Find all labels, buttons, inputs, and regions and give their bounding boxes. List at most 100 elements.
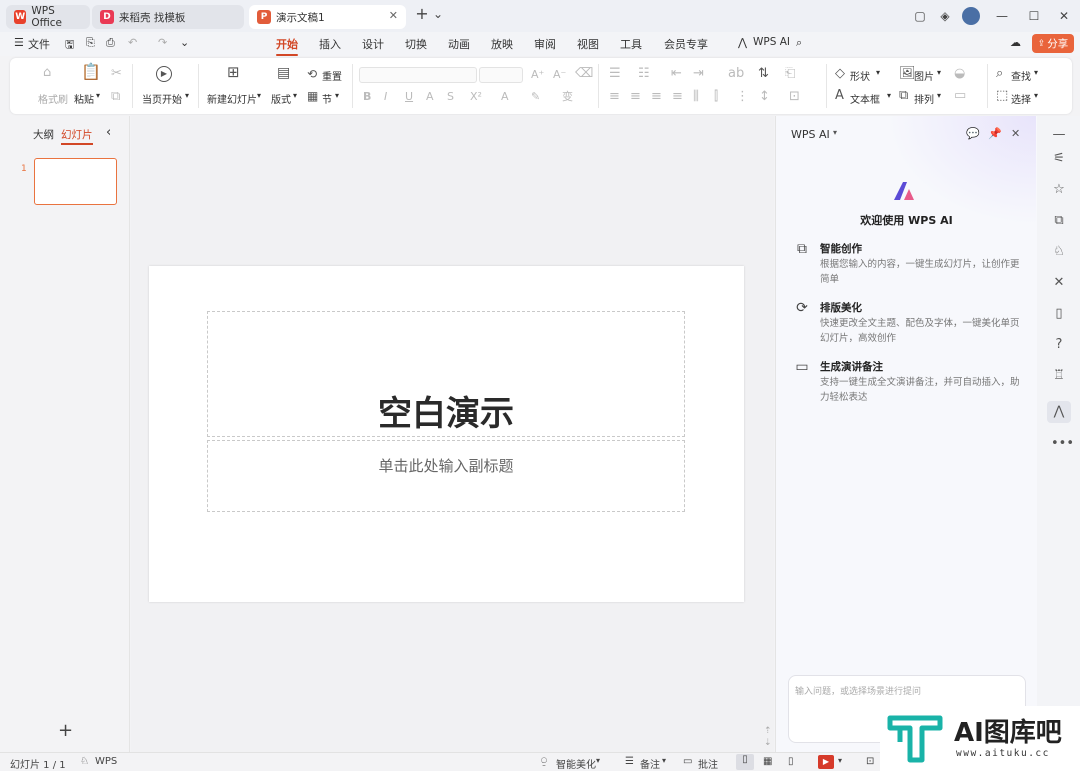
layout-icon[interactable]: ▤	[277, 66, 290, 80]
select-button[interactable]: 选择	[1011, 91, 1031, 106]
star-icon[interactable]: ☆	[1051, 182, 1067, 198]
section-button[interactable]: 节	[322, 91, 332, 106]
title-placeholder[interactable]: 空白演示	[207, 311, 685, 437]
bold-icon[interactable]: B	[363, 90, 371, 104]
share-button[interactable]: ⇪ 分享	[1032, 34, 1074, 53]
paste-dropdown-icon[interactable]: ▾	[96, 91, 100, 100]
font-size-select[interactable]	[479, 67, 523, 83]
file-menu[interactable]: 文件	[28, 36, 50, 52]
align-left-icon[interactable]: ≡	[609, 90, 620, 104]
chevron-down-icon[interactable]: ▾	[876, 68, 880, 77]
paste-icon[interactable]: 📋	[81, 64, 101, 80]
arrange-button[interactable]: 排列	[914, 91, 934, 106]
tab-member[interactable]: 会员专享	[664, 36, 708, 52]
chevron-down-icon[interactable]: ▾	[937, 68, 941, 77]
reading-icon[interactable]: ▯	[1051, 306, 1067, 322]
fill-icon[interactable]: ◒	[954, 67, 965, 81]
tab-slides[interactable]: 幻灯片	[61, 127, 93, 145]
chevron-down-icon[interactable]: ▾	[1034, 68, 1038, 77]
reading-view-icon[interactable]: ▯	[788, 756, 794, 767]
menu-icon[interactable]: ☰	[14, 36, 24, 49]
cut-icon[interactable]: ✂	[111, 67, 122, 81]
decrease-font-icon[interactable]: A⁻	[553, 68, 566, 82]
distribute-icon[interactable]: ⫼	[693, 90, 699, 104]
section-icon[interactable]: ▦	[307, 89, 318, 103]
theme-name[interactable]: WPS	[95, 756, 117, 767]
chevron-down-icon[interactable]: ▾	[185, 91, 189, 100]
normal-view-icon[interactable]: ▯	[736, 754, 754, 770]
align-center-icon[interactable]: ≡	[630, 90, 641, 104]
textbox-button[interactable]: 文本框	[850, 91, 880, 106]
resize-handle-icon[interactable]: ⇣	[764, 738, 772, 748]
find-button[interactable]: 查找	[1011, 68, 1031, 83]
wps-ai-sidebar-icon[interactable]: ⋀	[1047, 401, 1071, 423]
close-tab-icon[interactable]: ✕	[389, 9, 398, 22]
chevron-down-icon[interactable]: ▾	[1034, 91, 1038, 100]
convert-smartart-icon[interactable]: ⊡	[789, 90, 800, 104]
more-icon[interactable]: •••	[1051, 436, 1074, 452]
play-from-current-button[interactable]: 当页开始	[142, 91, 182, 106]
slide[interactable]: 空白演示 单击此处输入副标题	[149, 266, 744, 602]
chevron-down-icon[interactable]: ▾	[293, 91, 297, 100]
theme-icon[interactable]: ♘	[1051, 244, 1067, 260]
align-right-icon[interactable]: ≡	[651, 90, 662, 104]
find-icon[interactable]: ⌕	[996, 67, 1003, 81]
tab-list-icon[interactable]: ⌄	[430, 6, 446, 22]
underline-icon[interactable]: U	[405, 90, 413, 104]
ai-panel-title[interactable]: WPS AI	[791, 128, 830, 141]
pin-icon[interactable]: 📌	[988, 127, 1002, 140]
help-icon[interactable]: ?	[1051, 337, 1067, 353]
collapse-icon[interactable]: —	[1051, 127, 1067, 143]
decrease-indent-icon[interactable]: ⇤	[671, 67, 682, 81]
paste-button[interactable]: 粘贴	[74, 91, 94, 106]
bullet-list-icon[interactable]: ☰	[609, 67, 621, 81]
justify-icon[interactable]: ≡	[672, 90, 683, 104]
undo-icon[interactable]: ↶	[128, 36, 137, 49]
char-spacing-icon[interactable]: ab	[728, 67, 744, 81]
cloud-icon[interactable]: ☁	[1010, 36, 1021, 49]
textbox-icon[interactable]: A	[835, 89, 844, 103]
reset-button[interactable]: 重置	[322, 68, 342, 83]
clear-format-icon[interactable]: ⌫	[575, 67, 593, 81]
shape-button[interactable]: 形状	[850, 68, 870, 83]
phonetic-icon[interactable]: 变	[562, 90, 573, 104]
tab-transition[interactable]: 切换	[405, 36, 427, 52]
comments-button[interactable]: 批注	[698, 756, 718, 771]
superscript-icon[interactable]: X²	[470, 90, 482, 104]
smart-beautify-button[interactable]: 智能美化	[556, 756, 596, 771]
layout-button[interactable]: 版式	[271, 91, 291, 106]
clothing-icon[interactable]: ♖	[1051, 368, 1067, 384]
new-slide-button[interactable]: 新建幻灯片	[207, 91, 257, 106]
sort-icon[interactable]: ⇅	[758, 67, 769, 81]
search-icon[interactable]: ⌕	[796, 36, 802, 50]
outline-icon[interactable]: ▭	[954, 89, 966, 103]
tab-tools[interactable]: 工具	[620, 36, 642, 52]
chevron-down-icon[interactable]: ▾	[257, 91, 261, 100]
chevron-down-icon[interactable]: ▾	[662, 756, 666, 765]
numbered-list-icon[interactable]: ☷	[638, 67, 650, 81]
subtitle-placeholder[interactable]: 单击此处输入副标题	[207, 440, 685, 512]
add-slide-button[interactable]: +	[58, 720, 73, 741]
settings-sliders-icon[interactable]: ⚟	[1051, 151, 1067, 167]
chevron-down-icon[interactable]: ▾	[887, 91, 891, 100]
resize-handle-icon[interactable]: ⇡	[764, 726, 772, 736]
chat-icon[interactable]: 💬	[966, 127, 980, 140]
increase-font-icon[interactable]: A⁺	[531, 68, 544, 82]
tab-slideshow[interactable]: 放映	[491, 36, 513, 52]
arrange-icon[interactable]: ⧉	[899, 89, 908, 103]
fit-window-icon[interactable]: ⊡	[866, 756, 874, 767]
avatar[interactable]	[962, 7, 980, 25]
shadow-icon[interactable]: S	[447, 90, 454, 104]
tab-wps-office[interactable]: W WPS Office	[6, 5, 90, 29]
export-icon[interactable]: ⎘	[86, 36, 95, 50]
strikethrough-icon[interactable]: A	[426, 90, 434, 104]
chevron-down-icon[interactable]: ▾	[833, 128, 837, 137]
line-spacing-icon[interactable]: ↕	[759, 90, 770, 104]
tab-docer[interactable]: D 来稻壳 找模板	[92, 5, 244, 29]
close-window-icon[interactable]: ✕	[1056, 8, 1072, 24]
picture-button[interactable]: 图片	[914, 68, 934, 83]
minimize-icon[interactable]: —	[994, 8, 1010, 24]
font-family-select[interactable]	[359, 67, 477, 83]
wps-ai-button[interactable]: WPS AI	[753, 36, 790, 48]
chevron-down-icon[interactable]: ▾	[838, 756, 842, 765]
